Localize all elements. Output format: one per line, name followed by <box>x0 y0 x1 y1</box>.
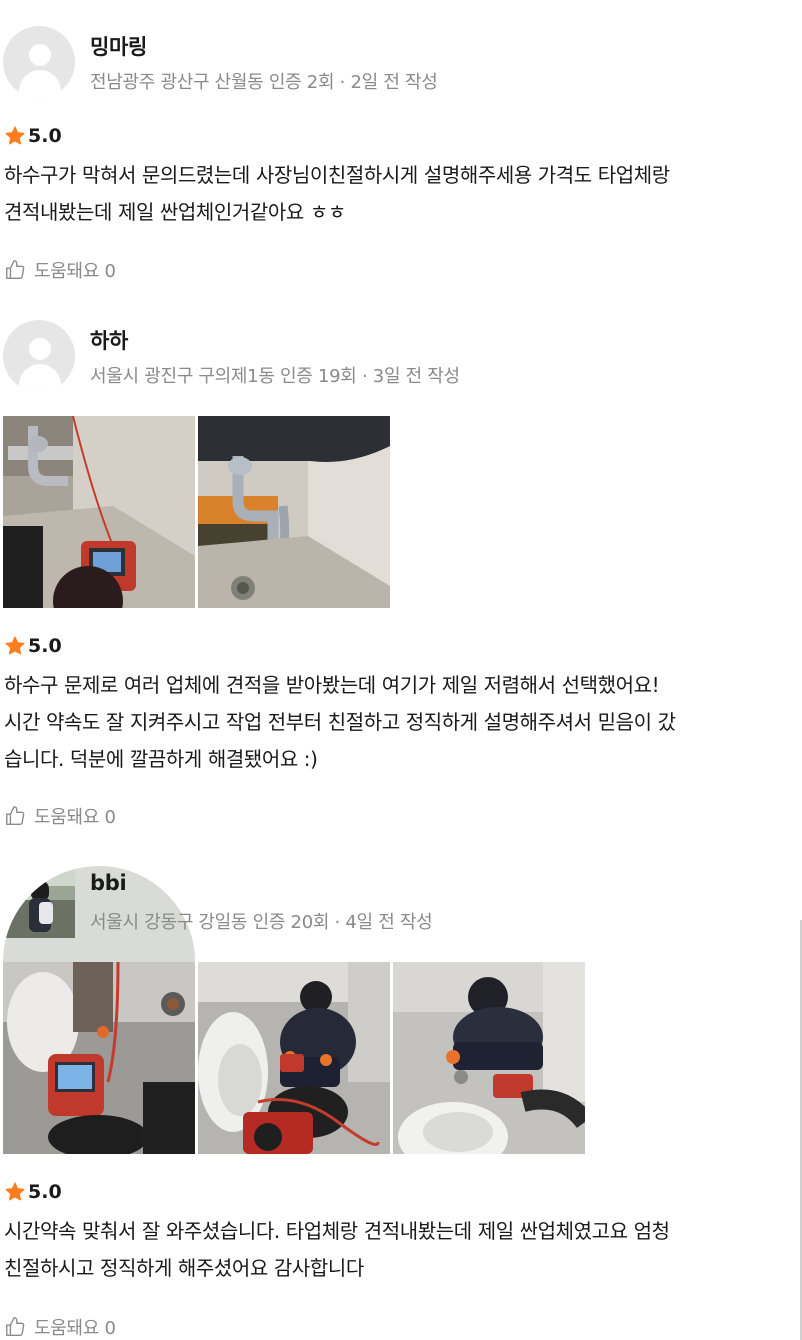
thumbs-up-icon <box>6 260 25 279</box>
review-text-line: 하수구 문제로 여러 업체에 견적을 받아봤는데 여기가 제일 저렴해서 선택했… <box>4 673 660 697</box>
helpful-label: 도움돼요 0 <box>34 1318 116 1339</box>
review-photo[interactable] <box>3 962 195 1154</box>
star-icon <box>5 1182 25 1201</box>
reviewer-meta: 서울시 강동구 강일동 인증 20회 · 4일 전 작성 <box>90 912 433 933</box>
reviewer-name[interactable]: 하하 <box>90 325 128 355</box>
drain-inspection-photo <box>3 416 195 608</box>
helpful-button[interactable]: 도움돼요 0 <box>4 1314 116 1340</box>
review-photo[interactable] <box>3 416 195 608</box>
rating: 5.0 <box>4 635 62 657</box>
drain-pipe-photo <box>198 416 390 608</box>
reviewer-name[interactable]: bbi <box>90 871 127 895</box>
review-text-line: 시간 약속도 잘 지켜주시고 작업 전부터 친절하고 정직하게 설명해주셔서 믿… <box>4 710 676 734</box>
rating-value: 5.0 <box>28 635 62 657</box>
review-text-line: 친절하시고 정직하게 해주셨어요 감사합니다 <box>4 1256 364 1280</box>
thumbs-up-icon <box>6 1317 25 1336</box>
helpful-label: 도움돼요 0 <box>34 807 116 828</box>
rating: 5.0 <box>4 1181 62 1203</box>
technician-toilet-photo <box>198 962 390 1154</box>
rating-value: 5.0 <box>28 1181 62 1203</box>
thumbs-up-icon <box>6 806 25 825</box>
inspection-camera-photo <box>3 962 195 1154</box>
default-avatar-icon[interactable] <box>3 320 75 392</box>
helpful-button[interactable]: 도움돼요 0 <box>4 803 116 829</box>
review-photos <box>3 962 585 1154</box>
review-text: 하수구 문제로 여러 업체에 견적을 받아봤는데 여기가 제일 저렴해서 선택했… <box>4 667 794 778</box>
review-item: bbi 서울시 강동구 강일동 인증 20회 · 4일 전 작성 5.0 시간약… <box>0 0 802 1339</box>
review-photos <box>3 416 390 608</box>
review-text-line: 견적내봤는데 제일 싼업체인거같아요 ㅎㅎ <box>4 200 346 224</box>
review-text-line: 시간약속 맞춰서 잘 와주셨습니다. 타업체랑 견적내봤는데 제일 싼업체였고요… <box>4 1219 670 1243</box>
review-photo[interactable] <box>393 962 585 1154</box>
review-text: 시간약속 맞춰서 잘 와주셨습니다. 타업체랑 견적내봤는데 제일 싼업체였고요… <box>4 1213 794 1287</box>
review-photo[interactable] <box>198 416 390 608</box>
helpful-label: 도움돼요 0 <box>34 261 116 282</box>
star-icon <box>5 636 25 655</box>
review-text-line: 습니다. 덕분에 깔끔하게 해결됐어요 :) <box>4 747 318 771</box>
reviewer-meta: 서울시 광진구 구의제1동 인증 19회 · 3일 전 작성 <box>90 366 460 387</box>
review-photo[interactable] <box>198 962 390 1154</box>
helpful-button[interactable]: 도움돼요 0 <box>4 257 116 283</box>
technician-drain-photo <box>393 962 585 1154</box>
